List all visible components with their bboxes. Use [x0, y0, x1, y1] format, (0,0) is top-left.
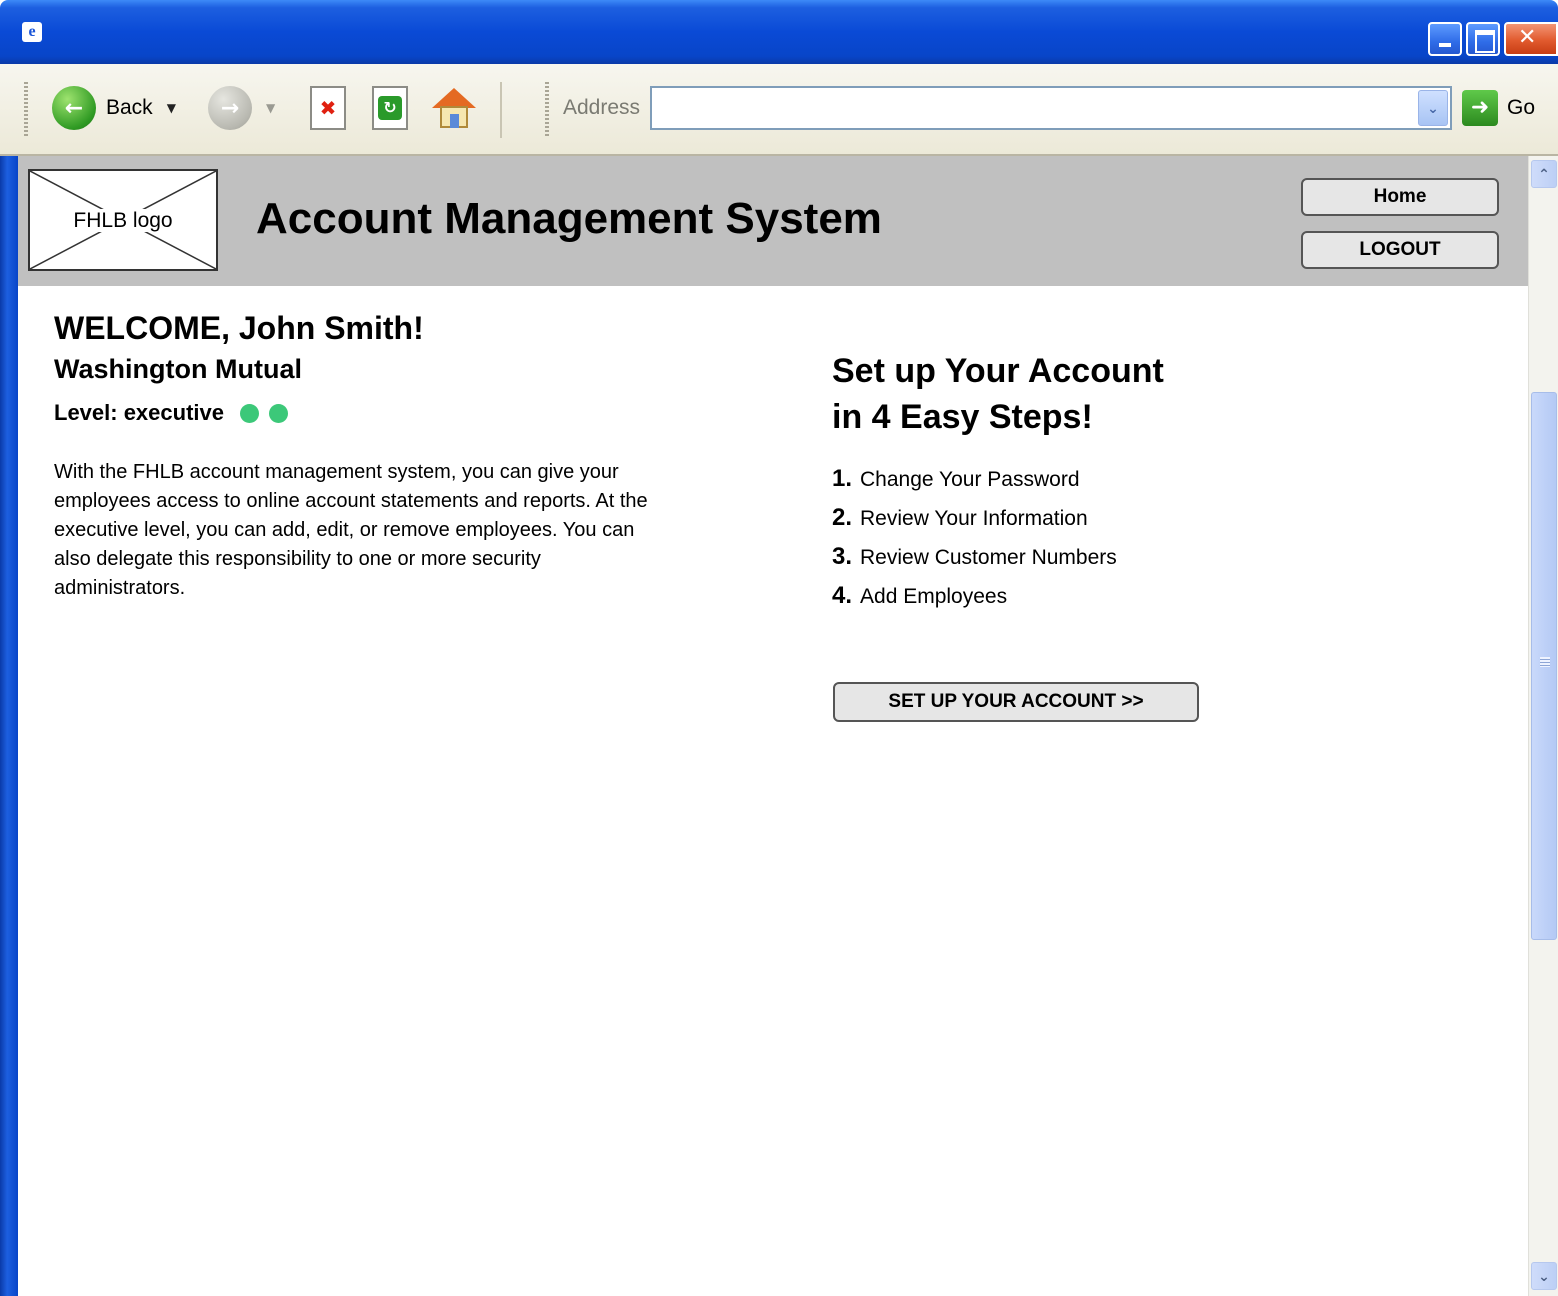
company-name: Washington Mutual [54, 354, 302, 384]
go-button[interactable]: Go [1507, 96, 1535, 120]
back-arrow-icon: ← [52, 86, 96, 130]
address-dropdown-icon[interactable]: ⌄ [1418, 90, 1448, 126]
forward-button[interactable]: → ▼ [208, 84, 275, 132]
address-bar-grip[interactable] [545, 82, 549, 138]
setup-steps-list: 1. Change Your Password 2. Review Your Inf… [832, 462, 1117, 618]
stop-button[interactable]: ✖ [310, 84, 346, 132]
home-icon [432, 86, 476, 130]
page-title: Account Management System [256, 194, 882, 243]
toolbar-grip[interactable] [24, 82, 28, 138]
setup-step: 2. Review Your Information [832, 501, 1117, 540]
home-button[interactable]: Home [1301, 178, 1499, 216]
vertical-scrollbar[interactable]: ⌃ ⌄ [1528, 156, 1558, 1296]
refresh-icon: ↻ [372, 86, 408, 130]
step-label: Add Employees [860, 585, 1008, 608]
user-level: Level: executive [54, 400, 288, 426]
minimize-icon[interactable] [1428, 22, 1462, 56]
scroll-down-icon[interactable]: ⌄ [1531, 1262, 1557, 1290]
refresh-button[interactable]: ↻ [372, 84, 408, 132]
go-arrow-icon[interactable]: ➜ [1462, 90, 1498, 126]
close-icon[interactable] [1504, 22, 1558, 56]
step-number: 4. [832, 582, 853, 609]
scrollbar-thumb[interactable] [1531, 392, 1557, 940]
step-label: Review Customer Numbers [860, 546, 1117, 569]
window-frame-left [0, 156, 18, 1296]
toolbar-separator [500, 82, 502, 138]
fhlb-logo-placeholder: FHLB logo [28, 169, 218, 271]
level-indicator-dot [268, 403, 288, 423]
address-label: Address [563, 96, 641, 119]
setup-heading-line-2: in 4 Easy Steps! [832, 398, 1093, 436]
step-number: 2. [832, 504, 853, 531]
ie-app-icon: e [22, 22, 42, 42]
intro-paragraph: With the FHLB account management system,… [54, 461, 648, 599]
stop-icon: ✖ [310, 86, 346, 130]
back-label: Back [106, 96, 153, 119]
back-button[interactable]: ← Back ▼ [52, 84, 176, 132]
logout-button[interactable]: LOGOUT [1301, 231, 1499, 269]
step-label: Change Your Password [860, 468, 1080, 491]
page-content: FHLB logo Account Management System Home… [18, 156, 1528, 1296]
user-level-label: Level: executive [54, 400, 224, 425]
forward-arrow-icon: → [208, 86, 252, 130]
back-dropdown-icon[interactable]: ▼ [167, 101, 176, 115]
setup-heading: Set up Your Account in 4 Easy Steps! [832, 348, 1164, 440]
level-indicator-dot [239, 403, 259, 423]
address-input[interactable] [650, 86, 1452, 130]
setup-step: 1. Change Your Password [832, 462, 1117, 501]
logo-label: FHLB logo [69, 209, 177, 232]
setup-account-button[interactable]: SET UP YOUR ACCOUNT >> [833, 682, 1199, 722]
setup-heading-line-1: Set up Your Account [832, 352, 1164, 390]
maximize-icon[interactable] [1466, 22, 1500, 56]
setup-step: 3. Review Customer Numbers [832, 540, 1117, 579]
scroll-up-icon[interactable]: ⌃ [1531, 160, 1557, 188]
welcome-heading: WELCOME, John Smith! [54, 310, 424, 346]
setup-step: 4. Add Employees [832, 579, 1117, 618]
forward-dropdown-icon[interactable]: ▼ [266, 101, 275, 115]
site-header: FHLB logo Account Management System Home… [18, 156, 1528, 286]
window-titlebar[interactable]: e [0, 0, 1558, 64]
step-number: 1. [832, 465, 853, 492]
step-label: Review Your Information [860, 507, 1088, 530]
home-browser-button[interactable] [432, 84, 476, 132]
step-number: 3. [832, 543, 853, 570]
